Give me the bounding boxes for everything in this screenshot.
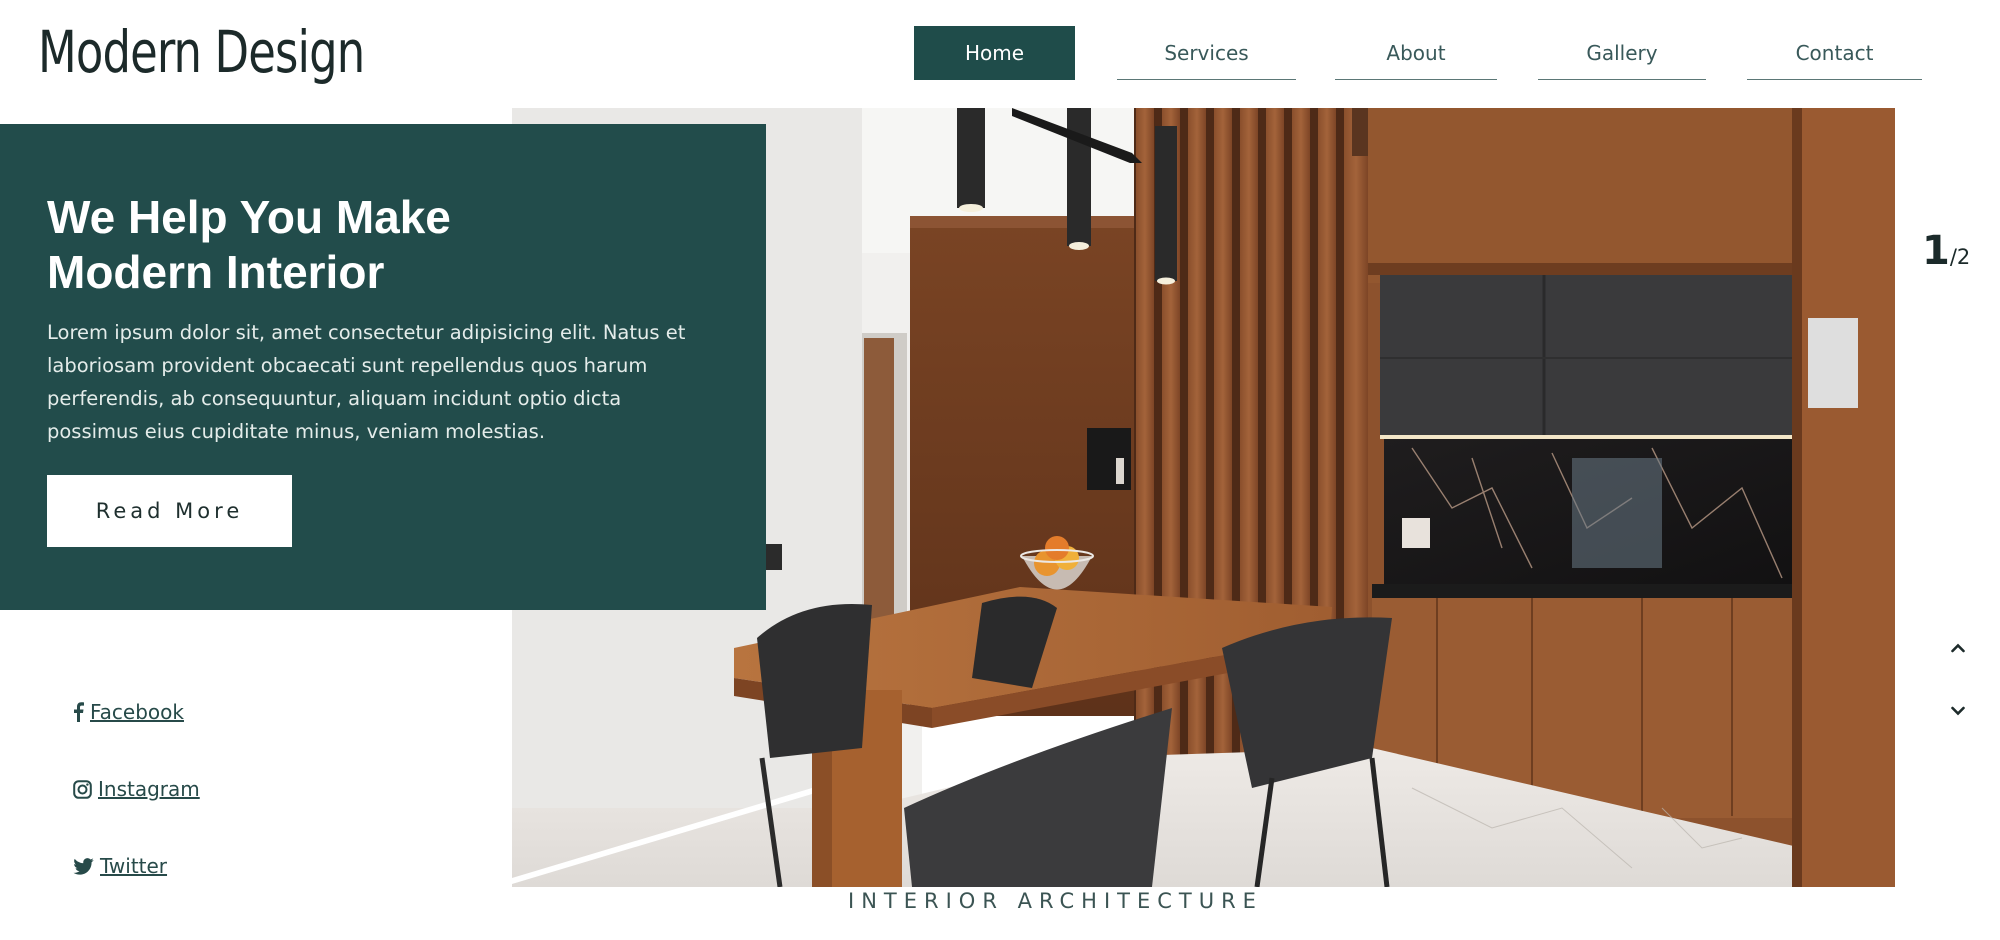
instagram-label: Instagram (98, 777, 200, 801)
slide-counter: 1/2 (1922, 228, 1970, 274)
facebook-icon (74, 702, 84, 722)
chevron-down-icon (1951, 706, 1965, 716)
twitter-icon (73, 857, 94, 875)
nav-home[interactable]: Home (914, 26, 1075, 80)
instagram-link[interactable]: Instagram (73, 777, 200, 801)
slide-current: 1 (1922, 228, 1950, 274)
instagram-icon (73, 779, 92, 799)
nav-services[interactable]: Services (1117, 26, 1296, 80)
hero-caption-panel: We Help You Make Modern Interior Lorem i… (0, 124, 766, 610)
hero-tagline: INTERIOR ARCHITECTURE (848, 889, 1263, 913)
nav-contact[interactable]: Contact (1747, 26, 1922, 80)
hero-title: We Help You Make Modern Interior (47, 191, 451, 298)
hero-description: Lorem ipsum dolor sit, amet consectetur … (47, 321, 686, 443)
chevron-up-icon (1951, 643, 1965, 653)
nav-about[interactable]: About (1335, 26, 1497, 80)
read-more-button[interactable]: Read More (47, 475, 292, 547)
nav-gallery[interactable]: Gallery (1538, 26, 1706, 80)
slide-total: /2 (1949, 245, 1971, 269)
slide-prev-button[interactable] (1944, 634, 1972, 662)
twitter-link[interactable]: Twitter (73, 854, 167, 878)
twitter-label: Twitter (100, 854, 168, 878)
facebook-link[interactable]: Facebook (73, 700, 184, 724)
slide-next-button[interactable] (1944, 697, 1972, 725)
brand-logo[interactable]: Modern Design (38, 18, 365, 86)
facebook-label: Facebook (90, 700, 184, 724)
